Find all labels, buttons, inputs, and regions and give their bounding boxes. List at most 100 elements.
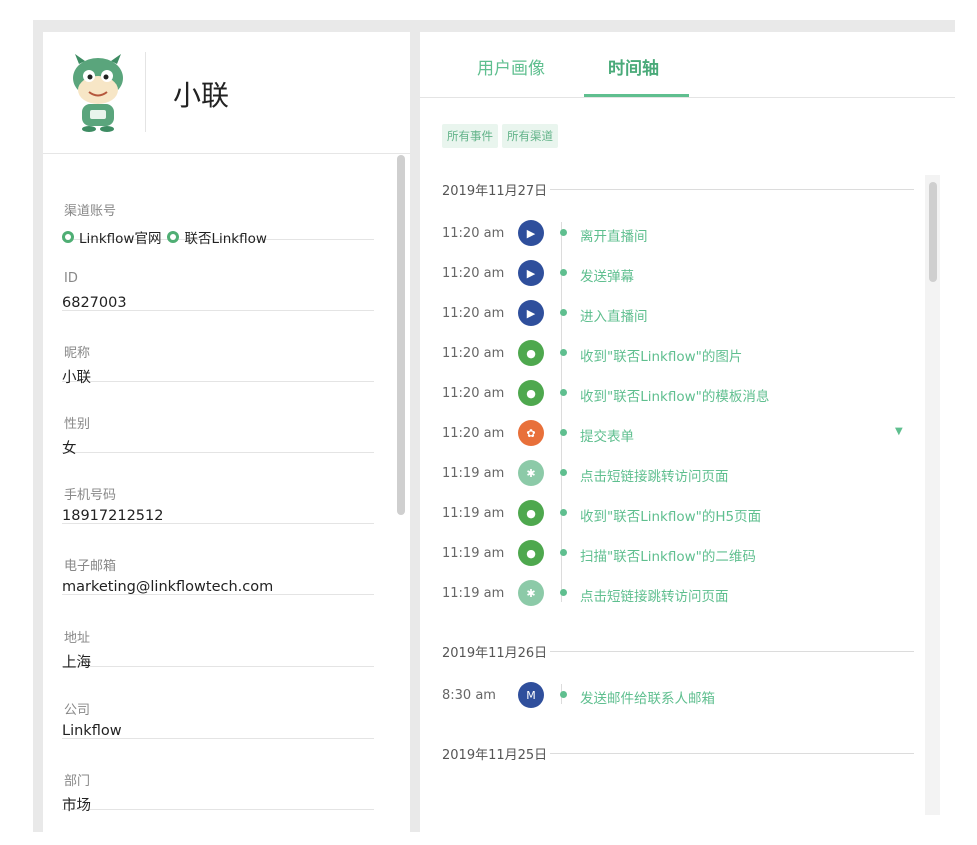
event-time: 11:20 am	[442, 266, 505, 281]
event-time: 11:19 am	[442, 466, 505, 481]
user-detail-panel: 小联 渠道账号 Linkflow官网 联否Linkflow ID 6827003…	[43, 32, 410, 832]
profile-header: 小联	[43, 32, 410, 154]
user-name: 小联	[173, 79, 230, 112]
timeline-panel: 用户画像 时间轴 所有事件 所有渠道 2019年11月27日 11:20 am ▶ 离…	[420, 32, 955, 832]
filter-bar: 所有事件 所有渠道	[442, 124, 558, 148]
event-title[interactable]: 收到"联否Linkflow"的H5页面	[580, 505, 761, 525]
filter-all-events[interactable]: 所有事件	[442, 124, 498, 148]
timeline-date-header: 2019年11月25日	[442, 744, 914, 763]
filter-all-channels[interactable]: 所有渠道	[502, 124, 558, 148]
event-title[interactable]: 离开直播间	[580, 225, 648, 245]
timeline-dot	[560, 349, 567, 356]
field-value: marketing@linkflowtech.com	[62, 579, 274, 595]
field-label: 性别	[64, 417, 91, 432]
field-label: 部门	[64, 774, 91, 789]
timeline-event[interactable]: 11:20 am ▶ 发送弹幕	[442, 260, 912, 290]
timeline-date-header: 2019年11月27日	[442, 180, 914, 199]
timeline-dot	[560, 269, 567, 276]
mascot-icon	[73, 54, 123, 132]
link-icon: ✱	[518, 460, 544, 486]
play-icon: ▶	[518, 260, 544, 286]
field-label: 手机号码	[64, 488, 117, 503]
field-id: ID 6827003	[62, 239, 374, 311]
event-time: 11:20 am	[442, 306, 505, 321]
form-icon: ✿	[518, 420, 544, 446]
timeline-dot	[560, 389, 567, 396]
event-time: 11:20 am	[442, 386, 505, 401]
date-divider	[550, 189, 914, 190]
timeline-event[interactable]: 11:20 am ▶ 离开直播间	[442, 220, 912, 250]
timeline-dot	[560, 469, 567, 476]
wechat-icon: ●	[518, 540, 544, 566]
timeline-dot	[560, 309, 567, 316]
timeline-dot	[560, 429, 567, 436]
event-title[interactable]: 点击短链接跳转访问页面	[580, 465, 729, 485]
timeline-event[interactable]: 11:19 am ✱ 点击短链接跳转访问页面	[442, 580, 912, 610]
field-phone: 手机号码 18917212512	[62, 452, 374, 524]
event-time: 11:20 am	[442, 226, 505, 241]
expand-chevron-icon[interactable]: ▼	[895, 426, 903, 437]
field-email: 电子邮箱 marketing@linkflowtech.com	[62, 523, 374, 595]
wechat-icon: ●	[518, 500, 544, 526]
event-time: 8:30 am	[442, 688, 496, 703]
timeline: 2019年11月27日 11:20 am ▶ 离开直播间 11:20 am ▶ 发送弹幕 11…	[420, 172, 930, 832]
field-company: 公司 Linkflow	[62, 667, 374, 739]
event-time: 11:19 am	[442, 506, 505, 521]
active-tab-indicator	[584, 94, 689, 97]
event-time: 11:20 am	[442, 426, 505, 441]
timeline-event[interactable]: 11:20 am ● 收到"联否Linkflow"的图片	[442, 340, 912, 370]
right-scrollbar[interactable]	[929, 182, 937, 282]
event-time: 11:19 am	[442, 586, 505, 601]
avatar	[65, 52, 146, 132]
left-scrollbar[interactable]	[397, 155, 405, 515]
field-label: ID	[64, 271, 78, 286]
event-title[interactable]: 收到"联否Linkflow"的模板消息	[580, 385, 769, 405]
timeline-date-header: 2019年11月26日	[442, 642, 914, 661]
event-title[interactable]: 收到"联否Linkflow"的图片	[580, 345, 742, 365]
field-label: 电子邮箱	[64, 559, 117, 574]
link-icon: ✱	[518, 580, 544, 606]
event-title[interactable]: 提交表单	[580, 425, 634, 445]
field-value: 6827003	[62, 295, 127, 311]
field-label: 渠道账号	[64, 204, 117, 219]
event-time: 11:20 am	[442, 346, 505, 361]
timeline-event[interactable]: 8:30 am M 发送邮件给联系人邮箱	[442, 682, 912, 712]
field-gender: 性别 女	[62, 381, 374, 457]
timeline-dot	[560, 229, 567, 236]
tab-timeline[interactable]: 时间轴	[608, 54, 659, 79]
event-title[interactable]: 发送弹幕	[580, 265, 634, 285]
timeline-event[interactable]: 11:20 am ▶ 进入直播间	[442, 300, 912, 330]
wechat-icon: ●	[518, 340, 544, 366]
timeline-date: 2019年11月27日	[442, 184, 548, 199]
field-channel-accounts: 渠道账号 Linkflow官网 联否Linkflow	[62, 168, 374, 247]
timeline-dot	[560, 509, 567, 516]
event-time: 11:19 am	[442, 546, 505, 561]
event-title[interactable]: 进入直播间	[580, 305, 648, 325]
field-address: 地址 上海	[62, 595, 374, 671]
field-value: 18917212512	[62, 508, 164, 524]
event-title[interactable]: 发送邮件给联系人邮箱	[580, 687, 715, 707]
tab-user-profile[interactable]: 用户画像	[477, 54, 545, 79]
field-nickname: 昵称 小联	[62, 310, 374, 386]
field-label: 地址	[64, 631, 91, 646]
event-title[interactable]: 扫描"联否Linkflow"的二维码	[580, 545, 756, 565]
play-icon: ▶	[518, 300, 544, 326]
timeline-dot	[560, 589, 567, 596]
date-divider	[550, 753, 914, 754]
mail-icon: M	[518, 682, 544, 708]
timeline-event[interactable]: 11:19 am ● 扫描"联否Linkflow"的二维码	[442, 540, 912, 570]
timeline-event[interactable]: 11:19 am ✱ 点击短链接跳转访问页面	[442, 460, 912, 490]
timeline-date: 2019年11月25日	[442, 748, 548, 763]
field-value: Linkflow	[62, 723, 122, 739]
timeline-date: 2019年11月26日	[442, 646, 548, 661]
event-title[interactable]: 点击短链接跳转访问页面	[580, 585, 729, 605]
play-icon: ▶	[518, 220, 544, 246]
tab-bar: 用户画像 时间轴	[420, 32, 955, 98]
timeline-dot	[560, 549, 567, 556]
timeline-event[interactable]: 11:19 am ● 收到"联否Linkflow"的H5页面	[442, 500, 912, 530]
timeline-event[interactable]: 11:20 am ● 收到"联否Linkflow"的模板消息	[442, 380, 912, 410]
wechat-icon: ●	[518, 380, 544, 406]
timeline-event[interactable]: 11:20 am ✿ 提交表单 ▼	[442, 420, 912, 450]
field-label: 公司	[64, 703, 91, 718]
field-value: 市场	[62, 798, 91, 814]
